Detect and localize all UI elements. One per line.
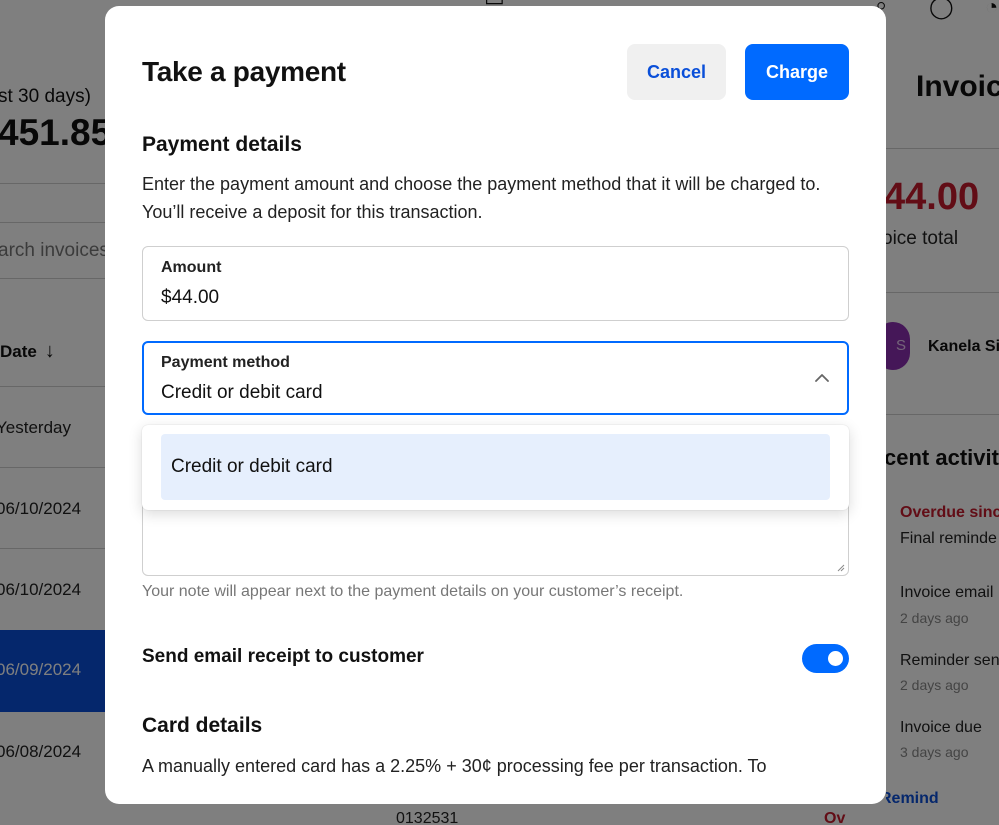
amount-label: Amount (161, 259, 222, 276)
payment-method-value: Credit or debit card (161, 382, 323, 403)
modal-title: Take a payment (142, 56, 346, 87)
card-details-title: Card details (142, 714, 263, 737)
note-help-text: Your note will appear next to the paymen… (142, 583, 684, 600)
toggle-knob (828, 651, 843, 666)
chevron-up-icon (815, 374, 829, 382)
amount-value: $44.00 (161, 287, 220, 308)
card-details-description: A manually entered card has a 2.25% + 30… (142, 756, 767, 776)
payment-method-select[interactable]: Payment method Credit or debit card (142, 341, 849, 415)
dropdown-option-credit-card[interactable]: Credit or debit card (161, 434, 830, 500)
email-receipt-toggle[interactable] (802, 644, 849, 673)
resize-handle-icon[interactable] (837, 564, 845, 572)
payment-details-description: Enter the payment amount and choose the … (142, 174, 821, 222)
take-payment-modal: Take a payment Cancel Charge Payment det… (105, 6, 886, 804)
charge-button[interactable]: Charge (745, 44, 849, 100)
payment-method-label: Payment method (161, 354, 290, 371)
cancel-button[interactable]: Cancel (627, 44, 726, 100)
payment-details-title: Payment details (142, 133, 302, 156)
email-receipt-label: Send email receipt to customer (142, 646, 424, 667)
payment-method-dropdown: Credit or debit card (142, 425, 849, 510)
amount-field[interactable]: Amount $44.00 (142, 246, 849, 321)
